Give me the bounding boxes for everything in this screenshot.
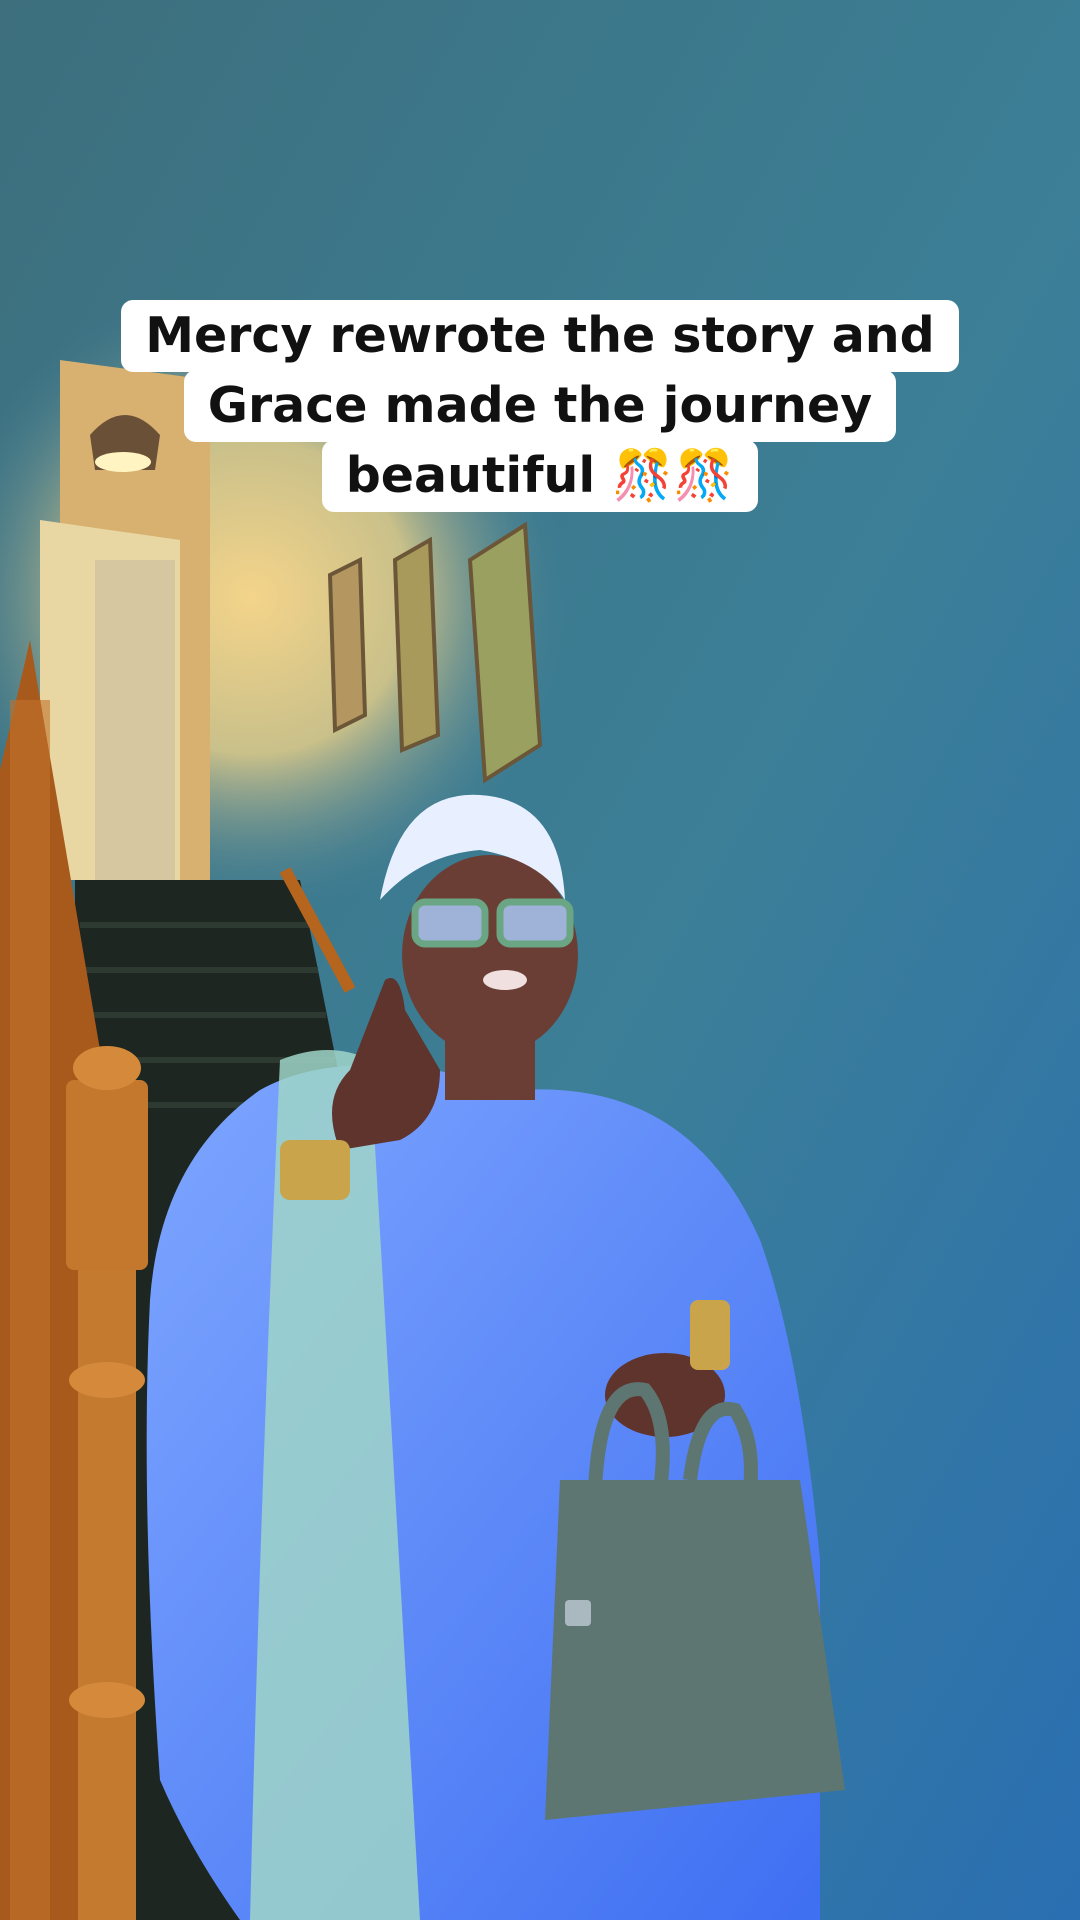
video-caption: Mercy rewrote the story and Grace made t… bbox=[0, 300, 1080, 512]
caption-line-2: Grace made the journey bbox=[183, 370, 897, 442]
caption-line-1: Mercy rewrote the story and bbox=[121, 300, 959, 372]
background-photo bbox=[0, 0, 1080, 1920]
caption-line-3: beautiful 🎊🎊 bbox=[321, 440, 759, 512]
